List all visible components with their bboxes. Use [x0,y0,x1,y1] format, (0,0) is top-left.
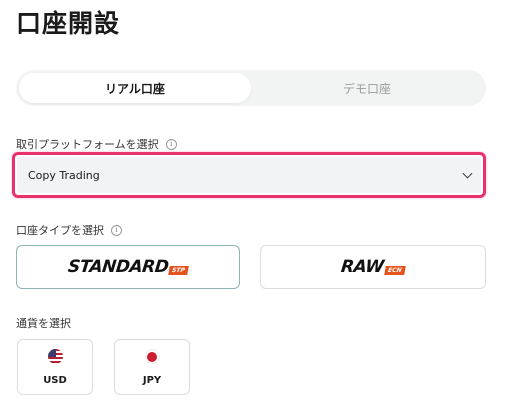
platform-label-text: 取引プラットフォームを選択 [16,138,159,151]
jp-flag-icon [144,349,160,364]
chevron-down-icon [462,168,473,179]
us-flag-icon [47,349,63,364]
currency-label: 通貨を選択 [16,315,71,331]
standard-logo-text: STANDARD [66,257,170,277]
tab-demo-account[interactable]: デモ口座 [251,73,483,103]
account-type-raw-button[interactable]: RAW ECN [260,245,486,289]
account-mode-toggle: リアル口座 デモ口座 [16,70,486,106]
currency-usd-button[interactable]: USD [17,339,93,395]
account-type-standard-button[interactable]: STANDARD STP [16,245,240,289]
platform-select-highlight: Copy Trading [12,152,486,198]
info-icon[interactable]: i [111,224,122,236]
info-icon[interactable]: i [165,138,177,150]
currency-code: JPY [142,375,162,386]
raw-logo: RAW ECN [340,257,406,277]
account-type-label-text: 口座タイプを選択 [16,224,104,237]
ecn-tag: ECN [384,266,406,275]
platform-select-value: Copy Trading [28,168,100,182]
platform-label: 取引プラットフォームを選択 i [16,136,177,152]
account-type-label: 口座タイプを選択 i [16,222,122,238]
currency-jpy-button[interactable]: JPY [114,339,190,395]
standard-logo: STANDARD STP [66,257,189,277]
platform-select[interactable]: Copy Trading [17,157,481,193]
currency-code: USD [43,375,67,386]
raw-logo-text: RAW [340,257,386,277]
currency-label-text: 通貨を選択 [16,317,71,330]
tab-real-account[interactable]: リアル口座 [19,73,251,103]
page-title: 口座開設 [16,9,121,38]
stp-tag: STP [168,266,189,275]
